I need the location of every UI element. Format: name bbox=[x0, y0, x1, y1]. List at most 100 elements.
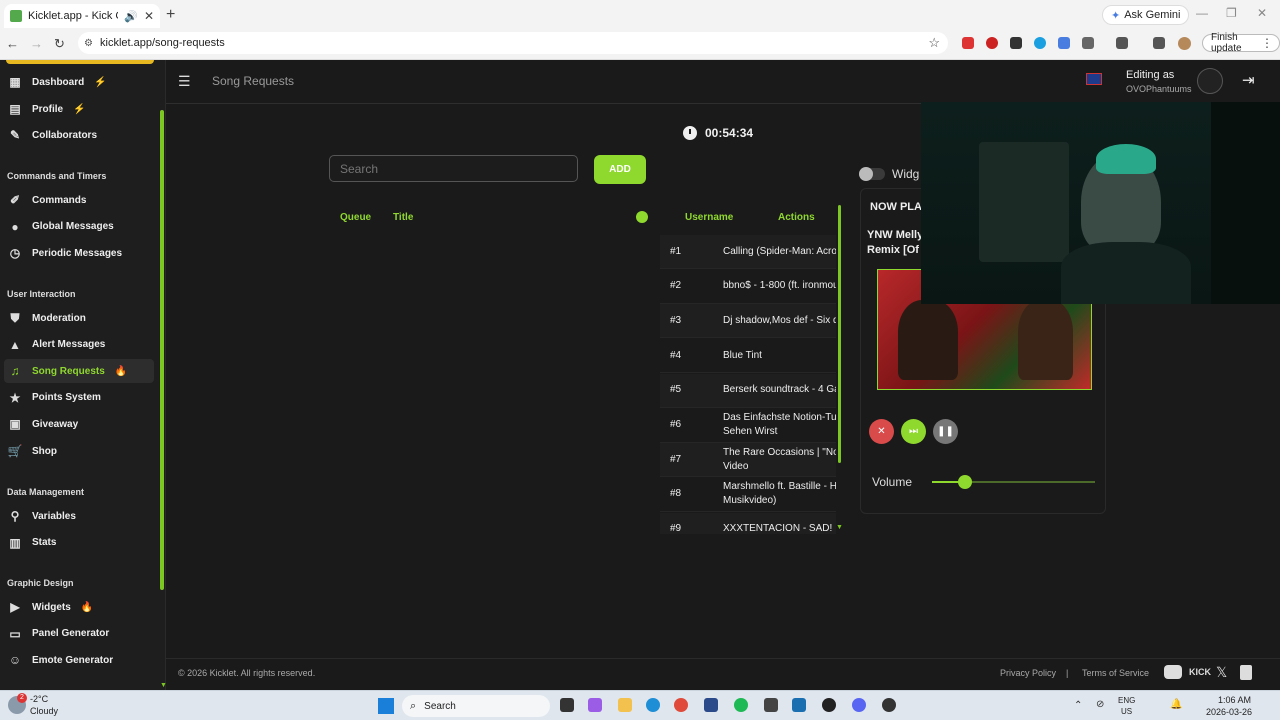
skip-song-button[interactable]: ⏭ bbox=[901, 419, 926, 444]
discord-icon[interactable] bbox=[1164, 665, 1182, 679]
privacy-policy-link[interactable]: Privacy Policy bbox=[1000, 668, 1056, 678]
table-scrollbar[interactable] bbox=[838, 205, 841, 463]
sidebar-item-collaborators[interactable]: ✎ Collaborators bbox=[4, 123, 154, 147]
sidebar-item-variables[interactable]: ⚲ Variables bbox=[4, 504, 154, 528]
volume-slider[interactable] bbox=[932, 475, 1095, 489]
kick-icon[interactable]: KICK bbox=[1189, 667, 1211, 677]
queue-header[interactable]: Queue bbox=[340, 212, 371, 223]
4k-app-icon[interactable] bbox=[822, 698, 836, 712]
extensions-puzzle-icon[interactable] bbox=[1082, 37, 1094, 49]
address-bar[interactable]: ⚙ kicklet.app/song-requests ☆ bbox=[78, 32, 948, 54]
minimize-icon[interactable]: — bbox=[1196, 6, 1208, 20]
taskbar-search[interactable]: ⌕ Search bbox=[402, 695, 550, 717]
sidebar-item-emote-generator[interactable]: ☺ Emote Generator bbox=[4, 648, 154, 672]
sidebar-item-moderation[interactable]: ⛊ Moderation bbox=[4, 306, 154, 330]
sidebar-item-points-system[interactable]: ★ Points System bbox=[4, 386, 154, 410]
windows-start-icon[interactable] bbox=[378, 698, 394, 714]
uk-flag-icon[interactable] bbox=[1086, 73, 1102, 85]
close-window-icon[interactable]: ✕ bbox=[1257, 6, 1267, 20]
sidebar-scroll-down-icon[interactable]: ▼ bbox=[160, 682, 167, 689]
sidebar-scrollbar[interactable] bbox=[160, 110, 164, 590]
add-button[interactable]: ADD bbox=[594, 155, 646, 184]
title-header[interactable]: Title bbox=[393, 212, 413, 223]
terms-of-service-link[interactable]: Terms of Service bbox=[1082, 668, 1149, 678]
taskbar-app-icon[interactable] bbox=[704, 698, 718, 712]
discord-taskbar-icon[interactable] bbox=[852, 698, 866, 712]
sidebar-item-label: Giveaway bbox=[32, 418, 79, 430]
site-info-icon[interactable]: ⚙ bbox=[84, 38, 93, 49]
sidebar-item-periodic-messages[interactable]: ◷ Periodic Messages bbox=[4, 241, 154, 265]
logout-icon[interactable]: ⇥ bbox=[1242, 71, 1255, 89]
sidebar-item-label: Stats bbox=[32, 537, 57, 549]
weather-temp[interactable]: -2°C bbox=[30, 694, 48, 704]
close-tab-icon[interactable]: ✕ bbox=[144, 9, 154, 23]
chrome-icon[interactable] bbox=[674, 698, 688, 712]
clock-date[interactable]: 2026-03-26 bbox=[1206, 707, 1252, 717]
scroll-down-icon[interactable]: ▼ bbox=[836, 524, 843, 531]
widget-toggle[interactable] bbox=[859, 167, 885, 181]
sidebar-item-profile[interactable]: ▤ Profile ⚡ bbox=[4, 97, 154, 121]
extension-icon-5[interactable] bbox=[1058, 37, 1070, 49]
back-icon[interactable]: ← bbox=[6, 36, 19, 51]
pause-button[interactable]: ❚❚ bbox=[933, 419, 958, 444]
x-twitter-icon[interactable]: 𝕏 bbox=[1216, 664, 1227, 681]
username-header[interactable]: Username bbox=[685, 212, 733, 223]
speaker-icon[interactable]: 🔊 bbox=[124, 10, 138, 23]
browser-menu-icon[interactable]: ⋮ bbox=[1261, 36, 1273, 50]
taskbar-search-label: Search bbox=[424, 700, 456, 712]
new-tab-button[interactable]: + bbox=[166, 6, 175, 24]
language-region[interactable]: US bbox=[1121, 707, 1132, 716]
edge-icon[interactable] bbox=[646, 698, 660, 712]
spotify-icon[interactable] bbox=[734, 698, 748, 712]
sidebar-item-shop[interactable]: 🛒 Shop bbox=[4, 439, 154, 463]
extension-icon-4[interactable] bbox=[1034, 37, 1046, 49]
forward-icon[interactable]: → bbox=[30, 36, 43, 51]
remove-song-button[interactable]: ✕ bbox=[869, 419, 894, 444]
kicklet-favicon-icon bbox=[10, 10, 22, 22]
table-row: #1 Calling (Spider-Man: Across the Spider… bbox=[660, 235, 836, 269]
obs-icon[interactable] bbox=[882, 698, 896, 712]
ask-gemini-button[interactable]: ✦ Ask Gemini bbox=[1102, 5, 1190, 25]
sidebar-toggle-icon[interactable]: ☰ bbox=[178, 73, 191, 90]
file-explorer-icon[interactable] bbox=[618, 698, 632, 712]
docs-icon[interactable] bbox=[1240, 665, 1252, 680]
notes-icon[interactable] bbox=[764, 698, 778, 712]
sidebar-item-alert-messages[interactable]: ▲ Alert Messages bbox=[4, 333, 154, 357]
search-input[interactable] bbox=[329, 155, 578, 182]
sidebar-item-label: Dashboard bbox=[32, 76, 85, 88]
weather-badge: 2 bbox=[17, 693, 27, 703]
sidebar-item-global-messages[interactable]: ● Global Messages bbox=[4, 215, 154, 239]
reload-icon[interactable]: ↻ bbox=[54, 36, 65, 52]
browser-profile-avatar[interactable] bbox=[1178, 37, 1191, 50]
maximize-icon[interactable]: ❐ bbox=[1226, 6, 1237, 20]
notification-bell-icon[interactable]: 🔔 bbox=[1170, 699, 1182, 710]
reading-list-icon[interactable] bbox=[1153, 37, 1165, 49]
copilot-icon[interactable] bbox=[588, 698, 602, 712]
sidebar-item-song-requests[interactable]: ♫ Song Requests 🔥 bbox=[4, 359, 154, 384]
user-avatar[interactable] bbox=[1197, 68, 1223, 94]
task-view-icon[interactable] bbox=[560, 698, 574, 712]
table-row: #3 Dj shadow,Mos def - Six days(Remix) (L… bbox=[660, 304, 836, 339]
media-control-icon[interactable] bbox=[1116, 37, 1128, 49]
sidebar-item-giveaway[interactable]: ▣ Giveaway bbox=[4, 412, 154, 436]
sidebar-item-panel-generator[interactable]: ▭ Panel Generator bbox=[4, 622, 154, 646]
sidebar-item-dashboard[interactable]: ▦ Dashboard ⚡ bbox=[4, 70, 154, 94]
sidebar-item-commands[interactable]: ✐ Commands bbox=[4, 188, 154, 212]
sidebar-item-widgets[interactable]: ▶ Widgets 🔥 bbox=[4, 595, 154, 619]
title-cell: Blue Tint bbox=[723, 349, 762, 361]
tray-chevron-icon[interactable]: ⌃ bbox=[1074, 700, 1082, 711]
extension-icon-3[interactable] bbox=[1010, 37, 1022, 49]
sidebar-item-stats[interactable]: ▥ Stats bbox=[4, 531, 154, 555]
bookmark-star-icon[interactable]: ☆ bbox=[928, 35, 940, 51]
browser-tab[interactable]: Kicklet.app - Kick Chatbot 🔊 ✕ bbox=[4, 4, 160, 28]
ask-gemini-label: Ask Gemini bbox=[1124, 9, 1181, 21]
weather-desc[interactable]: Cloudy bbox=[30, 706, 58, 716]
clock-time[interactable]: 1:06 AM bbox=[1218, 695, 1251, 705]
volume-knob[interactable] bbox=[957, 475, 972, 489]
store-icon[interactable] bbox=[792, 698, 806, 712]
extension-icon-1[interactable] bbox=[962, 37, 974, 49]
language-code[interactable]: ENG bbox=[1118, 696, 1135, 705]
network-icon[interactable]: ⊘ bbox=[1096, 699, 1104, 710]
duration-clock-icon[interactable] bbox=[636, 211, 648, 223]
extension-icon-2[interactable] bbox=[986, 37, 998, 49]
